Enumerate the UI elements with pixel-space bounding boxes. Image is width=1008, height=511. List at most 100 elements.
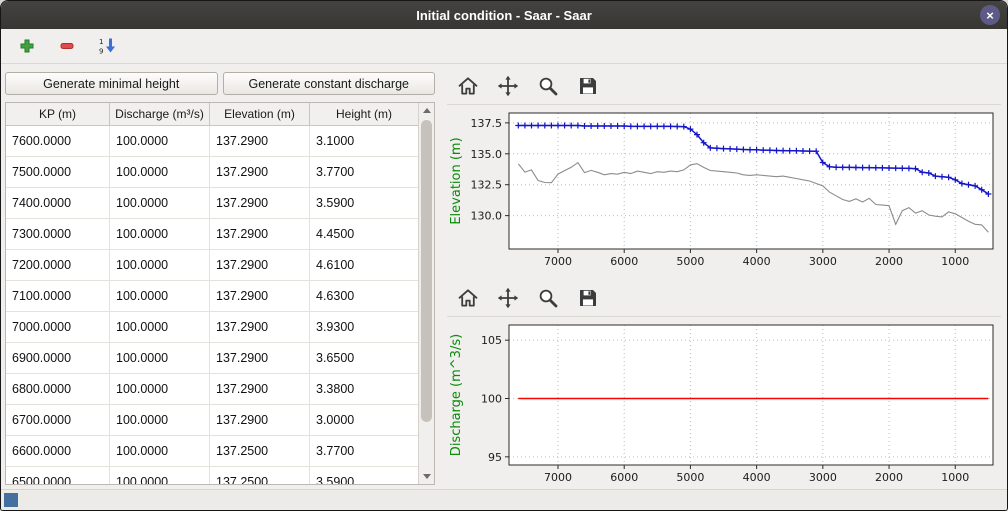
table-cell[interactable]: 3.0000	[310, 405, 418, 435]
table-cell[interactable]: 3.1000	[310, 126, 418, 156]
discharge-plot-canvas[interactable]: 700060005000400030002000100095100105Disc…	[447, 317, 1001, 496]
table-cell[interactable]: 100.0000	[110, 281, 210, 311]
table-cell[interactable]: 137.2900	[210, 343, 310, 373]
save-icon	[576, 286, 600, 310]
generate-minimal-height-button[interactable]: Generate minimal height	[5, 72, 218, 95]
home-button[interactable]	[453, 284, 483, 312]
table-row[interactable]: 6700.0000100.0000137.29003.0000	[6, 405, 418, 436]
table-cell[interactable]: 137.2900	[210, 126, 310, 156]
table-cell[interactable]: 3.7700	[310, 157, 418, 187]
table-cell[interactable]: 6500.0000	[6, 467, 110, 484]
left-panel: Generate minimal height Generate constan…	[1, 64, 439, 489]
scroll-up-button[interactable]	[419, 103, 434, 118]
table-cell[interactable]: 100.0000	[110, 467, 210, 484]
table-cell[interactable]: 137.2900	[210, 188, 310, 218]
table-row[interactable]: 6600.0000100.0000137.25003.7700	[6, 436, 418, 467]
right-panel: 7000600050004000300020001000130.0132.513…	[439, 64, 1007, 489]
table-cell[interactable]: 137.2900	[210, 374, 310, 404]
elevation-plot-canvas[interactable]: 7000600050004000300020001000130.0132.513…	[447, 105, 1001, 280]
table-cell[interactable]: 7200.0000	[6, 250, 110, 280]
table-cell[interactable]: 137.2900	[210, 405, 310, 435]
table-cell[interactable]: 137.2500	[210, 467, 310, 484]
titlebar[interactable]: Initial condition - Saar - Saar ×	[1, 1, 1007, 29]
table-row[interactable]: 7600.0000100.0000137.29003.1000	[6, 126, 418, 157]
generate-constant-discharge-button[interactable]: Generate constant discharge	[223, 72, 436, 95]
table-cell[interactable]: 100.0000	[110, 188, 210, 218]
table-cell[interactable]: 137.2900	[210, 281, 310, 311]
table-cell[interactable]: 3.6500	[310, 343, 418, 373]
table-row[interactable]: 7300.0000100.0000137.29004.4500	[6, 219, 418, 250]
table-row[interactable]: 7000.0000100.0000137.29003.9300	[6, 312, 418, 343]
table-cell[interactable]: 100.0000	[110, 219, 210, 249]
table-cell[interactable]: 100.0000	[110, 312, 210, 342]
table-cell[interactable]: 100.0000	[110, 374, 210, 404]
table-cell[interactable]: 7500.0000	[6, 157, 110, 187]
table-cell[interactable]: 100.0000	[110, 343, 210, 373]
table-row[interactable]: 7100.0000100.0000137.29004.6300	[6, 281, 418, 312]
pan-button[interactable]	[493, 284, 523, 312]
table-row[interactable]: 6800.0000100.0000137.29003.3800	[6, 374, 418, 405]
plus-icon	[19, 38, 35, 54]
table-cell[interactable]: 137.2500	[210, 436, 310, 466]
scroll-down-button[interactable]	[419, 469, 434, 484]
column-header[interactable]: Elevation (m)	[210, 103, 310, 125]
table-cell[interactable]: 100.0000	[110, 126, 210, 156]
x-tick-label: 3000	[809, 255, 837, 268]
table-cell[interactable]: 7000.0000	[6, 312, 110, 342]
table-cell[interactable]: 100.0000	[110, 436, 210, 466]
remove-row-button[interactable]	[53, 33, 81, 59]
table-cell[interactable]: 137.2900	[210, 312, 310, 342]
elevation-chart[interactable]: 7000600050004000300020001000130.0132.513…	[447, 107, 1001, 275]
up-arrow-icon	[423, 108, 431, 113]
discharge-chart[interactable]: 700060005000400030002000100095100105Disc…	[447, 319, 1001, 491]
sort-button[interactable]: 1 9	[93, 33, 121, 59]
table-cell[interactable]: 100.0000	[110, 157, 210, 187]
app-window: Initial condition - Saar - Saar × 1 9	[0, 0, 1008, 511]
table-cell[interactable]: 4.4500	[310, 219, 418, 249]
table-cell[interactable]: 7400.0000	[6, 188, 110, 218]
scrollbar-thumb[interactable]	[421, 120, 432, 422]
table-cell[interactable]: 3.3800	[310, 374, 418, 404]
vertical-scrollbar[interactable]	[418, 103, 434, 484]
save-button[interactable]	[573, 284, 603, 312]
x-tick-label: 7000	[544, 255, 572, 268]
pan-button[interactable]	[493, 72, 523, 100]
table-cell[interactable]: 3.5900	[310, 467, 418, 484]
table-row[interactable]: 6900.0000100.0000137.29003.6500	[6, 343, 418, 374]
table-cell[interactable]: 6600.0000	[6, 436, 110, 466]
table-cell[interactable]: 100.0000	[110, 250, 210, 280]
pan-icon	[496, 74, 520, 98]
table-cell[interactable]: 3.5900	[310, 188, 418, 218]
home-button[interactable]	[453, 72, 483, 100]
table-cell[interactable]: 7300.0000	[6, 219, 110, 249]
table-cell[interactable]: 6900.0000	[6, 343, 110, 373]
table-row[interactable]: 7500.0000100.0000137.29003.7700	[6, 157, 418, 188]
table-row[interactable]: 6500.0000100.0000137.25003.5900	[6, 467, 418, 484]
table-cell[interactable]: 3.9300	[310, 312, 418, 342]
add-row-button[interactable]	[13, 33, 41, 59]
table-cell[interactable]: 137.2900	[210, 250, 310, 280]
table-cell[interactable]: 100.0000	[110, 405, 210, 435]
table-cell[interactable]: 7600.0000	[6, 126, 110, 156]
down-arrow-icon	[423, 474, 431, 479]
table-cell[interactable]: 7100.0000	[6, 281, 110, 311]
table-cell[interactable]: 3.7700	[310, 436, 418, 466]
column-header[interactable]: KP (m)	[6, 103, 110, 125]
column-header[interactable]: Height (m)	[310, 103, 418, 125]
close-button[interactable]: ×	[980, 5, 1000, 25]
table-row[interactable]: 7200.0000100.0000137.29004.6100	[6, 250, 418, 281]
table-cell[interactable]: 6800.0000	[6, 374, 110, 404]
table-cell[interactable]: 137.2900	[210, 157, 310, 187]
table-cell[interactable]: 4.6100	[310, 250, 418, 280]
table-row[interactable]: 7400.0000100.0000137.29003.5900	[6, 188, 418, 219]
zoom-button[interactable]	[533, 72, 563, 100]
save-button[interactable]	[573, 72, 603, 100]
table-cell[interactable]: 137.2900	[210, 219, 310, 249]
x-tick-label: 1000	[941, 255, 969, 268]
table-cell[interactable]: 6700.0000	[6, 405, 110, 435]
scrollbar-track[interactable]	[419, 118, 434, 469]
table-cell[interactable]: 4.6300	[310, 281, 418, 311]
y-axis-label: Elevation (m)	[449, 137, 464, 224]
column-header[interactable]: Discharge (m³/s)	[110, 103, 210, 125]
zoom-button[interactable]	[533, 284, 563, 312]
